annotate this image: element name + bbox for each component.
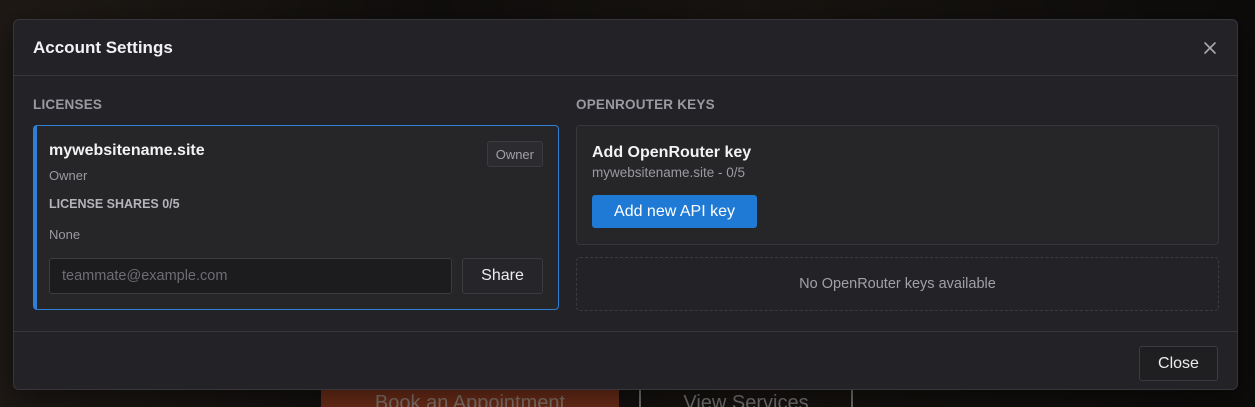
add-openrouter-key-card: Add OpenRouter key mywebsitename.site - …	[576, 125, 1219, 245]
close-button[interactable]: Close	[1139, 346, 1218, 381]
modal-body: LICENSES mywebsitename.site Owner Owner …	[14, 76, 1237, 332]
modal-title: Account Settings	[33, 37, 173, 57]
add-api-key-button[interactable]: Add new API key	[592, 195, 757, 228]
share-button[interactable]: Share	[462, 258, 543, 294]
teammate-email-input[interactable]	[49, 258, 452, 294]
license-role: Owner	[49, 168, 88, 183]
empty-keys-message: No OpenRouter keys available	[576, 257, 1219, 311]
close-icon-glyph	[1204, 41, 1216, 54]
add-key-subtitle: mywebsitename.site - 0/5	[592, 165, 746, 180]
modal-header: Account Settings	[14, 20, 1237, 76]
close-icon[interactable]	[1201, 39, 1219, 57]
license-card: mywebsitename.site Owner Owner LICENSE S…	[33, 125, 559, 310]
license-shares-label: LICENSE SHARES 0/5	[49, 197, 180, 211]
owner-badge: Owner	[486, 141, 543, 167]
license-shares-value: None	[49, 227, 81, 242]
license-domain: mywebsitename.site	[49, 142, 205, 159]
modal-footer: Close	[14, 331, 1237, 389]
add-key-title: Add OpenRouter key	[592, 144, 752, 161]
account-settings-modal: Account Settings LICENSES mywebsitename.…	[13, 19, 1238, 390]
licenses-section-title: LICENSES	[33, 97, 103, 112]
openrouter-keys-section-title: OPENROUTER KEYS	[576, 97, 715, 112]
